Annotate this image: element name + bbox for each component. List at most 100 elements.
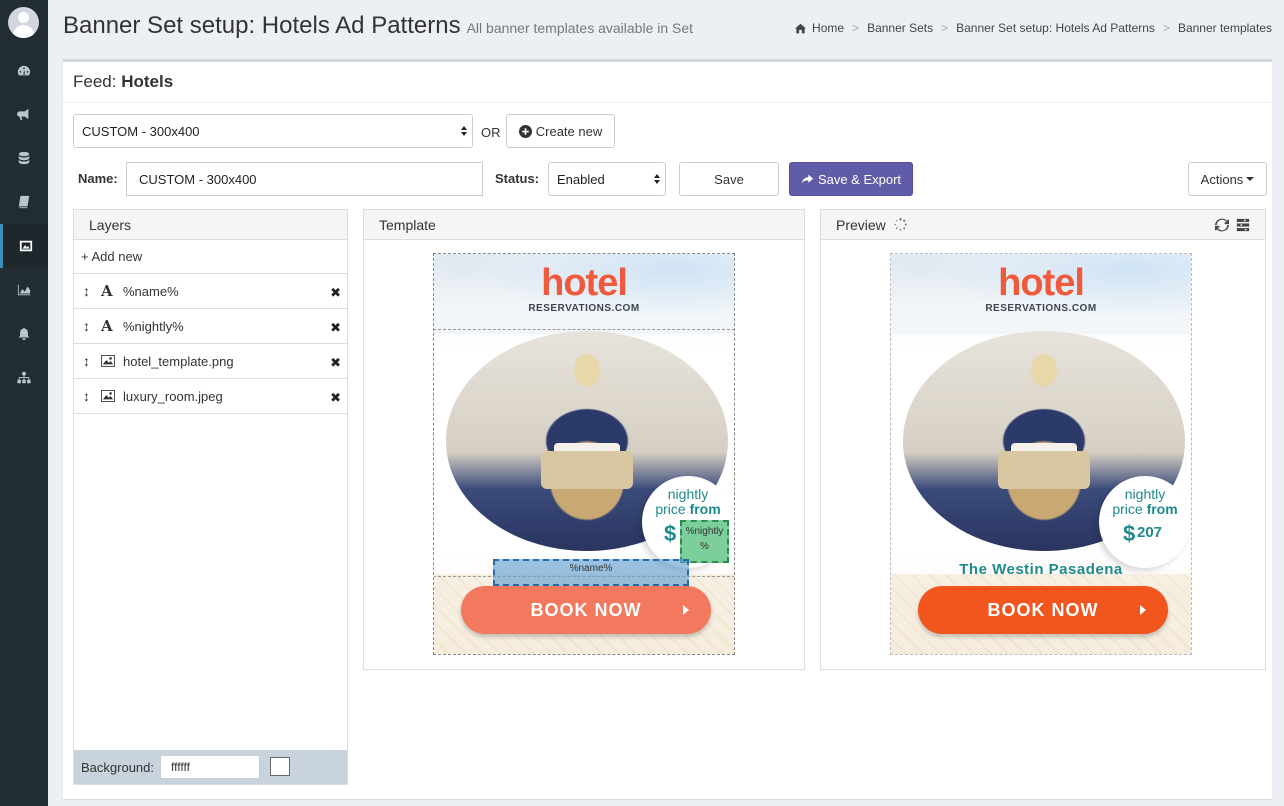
background-bar: Background: ffffff [74, 750, 347, 784]
breadcrumb-banner-templates: Banner templates [1177, 21, 1272, 35]
name-input[interactable]: CUSTOM - 300x400 [126, 162, 483, 196]
bell-icon[interactable] [0, 312, 48, 356]
template-select-value: CUSTOM - 300x400 [82, 123, 200, 139]
create-new-label: Create new [535, 123, 603, 139]
hotel-logo: hotel RESERVATIONS.COM [891, 264, 1191, 314]
sidebar [0, 0, 48, 806]
name-input-value: CUSTOM - 300x400 [139, 171, 257, 187]
background-color-swatch[interactable] [270, 757, 290, 776]
drag-handle-icon[interactable]: ↕ [83, 318, 93, 334]
price-value: 207 [1137, 524, 1163, 541]
caret-down-icon [1246, 177, 1255, 181]
layer-name: luxury_room.jpeg [123, 388, 223, 404]
logo-sub: RESERVATIONS.COM [985, 303, 1097, 314]
select-arrows-icon [654, 174, 660, 184]
drag-handle-icon[interactable]: ↕ [83, 283, 93, 299]
price-line2a: price [1112, 501, 1143, 517]
delete-layer-icon[interactable]: ✖ [330, 355, 341, 371]
picture-icon [101, 390, 117, 402]
dollar-sign: $ [1123, 521, 1136, 546]
delete-layer-icon[interactable]: ✖ [330, 390, 341, 406]
layer-item[interactable]: ↕ A %nightly% ✖ [74, 309, 347, 344]
preview-panel: Preview hotel RESERVATIONS.COM nightly p [820, 209, 1266, 670]
page-subtitle: All banner templates available in Set [466, 20, 694, 36]
book-now-label: BOOK NOW [530, 599, 642, 620]
template-select[interactable]: CUSTOM - 300x400 [73, 114, 473, 148]
price-line2b: from [689, 501, 721, 517]
background-color-input[interactable]: ffffff [160, 755, 260, 779]
feed-value: Hotels [121, 72, 174, 91]
database-icon[interactable] [0, 136, 48, 180]
status-select-value: Enabled [557, 171, 605, 187]
loading-spinner-icon [894, 218, 907, 231]
picture-icon [101, 355, 117, 367]
actions-label: Actions [1200, 171, 1244, 187]
layer-item[interactable]: ↕ hotel_template.png ✖ [74, 344, 347, 379]
template-canvas[interactable]: hotel RESERVATIONS.COM nightly price fro… [433, 253, 735, 655]
nightly-placeholder-layer[interactable]: %nightly % [680, 520, 729, 563]
hotel-name: The Westin Pasadena [959, 561, 1123, 578]
page-title: Banner Set setup: Hotels Ad Patterns All … [63, 12, 693, 40]
book-icon[interactable] [0, 180, 48, 224]
save-export-label: Save & Export [817, 171, 902, 187]
background-color-value: ffffff [171, 760, 190, 774]
drag-handle-icon[interactable]: ↕ [83, 388, 93, 404]
preview-panel-title: Preview [836, 216, 886, 233]
book-now-label: BOOK NOW [987, 599, 1099, 620]
delete-layer-icon[interactable]: ✖ [330, 320, 341, 336]
or-label: OR [481, 125, 501, 140]
preview-panel-header: Preview [821, 210, 1265, 240]
price-line1: nightly [667, 486, 709, 502]
breadcrumb-banner-set-setup[interactable]: Banner Set setup: Hotels Ad Patterns [956, 21, 1155, 35]
name-label: Name: [78, 171, 118, 186]
add-layer-button[interactable]: + Add new [74, 240, 347, 274]
drag-handle-icon[interactable]: ↕ [83, 353, 93, 369]
bullhorn-icon[interactable] [0, 92, 48, 136]
delete-layer-icon[interactable]: ✖ [330, 285, 341, 301]
hotel-logo: hotel RESERVATIONS.COM [434, 264, 734, 314]
book-now-button: BOOK NOW [461, 586, 711, 634]
breadcrumb-home[interactable]: Home [812, 21, 844, 35]
dollar-sign: $ [664, 521, 677, 546]
logo-sub: RESERVATIONS.COM [528, 303, 640, 314]
logo-word: hotel [998, 262, 1085, 304]
book-now-button: BOOK NOW [918, 586, 1168, 634]
main-box: Feed: Hotels CUSTOM - 300x400 OR Create … [63, 59, 1272, 799]
avatar[interactable] [8, 7, 39, 38]
home-icon [795, 23, 807, 33]
template-panel: Template hotel RESERVATIONS.COM nightly … [363, 209, 805, 670]
plus-circle-icon [518, 124, 532, 138]
save-export-button[interactable]: Save & Export [789, 162, 913, 196]
save-label: Save [714, 171, 744, 187]
text-font-icon: A [101, 282, 113, 300]
image-icon[interactable] [0, 224, 48, 268]
price-line1: nightly [1124, 486, 1166, 502]
select-arrows-icon [461, 126, 467, 136]
layer-name: %nightly% [123, 318, 184, 334]
status-select[interactable]: Enabled [548, 162, 666, 196]
price-badge-text: nightly price from [642, 487, 734, 517]
share-icon [801, 174, 814, 184]
layer-item[interactable]: ↕ luxury_room.jpeg ✖ [74, 379, 347, 414]
sitemap-icon[interactable] [0, 356, 48, 400]
price-line2b: from [1146, 501, 1178, 517]
refresh-icon[interactable] [1215, 218, 1229, 232]
page-title-text: Banner Set setup: Hotels Ad Patterns [63, 12, 461, 39]
feed-heading: Feed: Hotels [73, 72, 173, 92]
save-button[interactable]: Save [679, 162, 779, 196]
layer-name: %name% [123, 283, 179, 299]
price-line2a: price [655, 501, 686, 517]
text-font-icon: A [101, 317, 113, 335]
dashboard-icon[interactable] [0, 49, 48, 93]
layers-panel-title: Layers [74, 210, 347, 240]
breadcrumb-banner-sets[interactable]: Banner Sets [867, 21, 933, 35]
area-chart-icon[interactable] [0, 268, 48, 312]
settings-list-icon[interactable] [1236, 218, 1250, 232]
layers-panel: Layers + Add new ↕ A %name% ✖ ↕ A %night… [73, 209, 348, 785]
actions-dropdown[interactable]: Actions [1188, 162, 1267, 196]
layer-name: hotel_template.png [123, 353, 234, 369]
name-placeholder-layer[interactable]: %name% [493, 559, 689, 586]
layer-item[interactable]: ↕ A %name% ✖ [74, 274, 347, 309]
price-badge-text: nightly price from [1099, 487, 1191, 517]
create-new-button[interactable]: Create new [506, 114, 615, 148]
